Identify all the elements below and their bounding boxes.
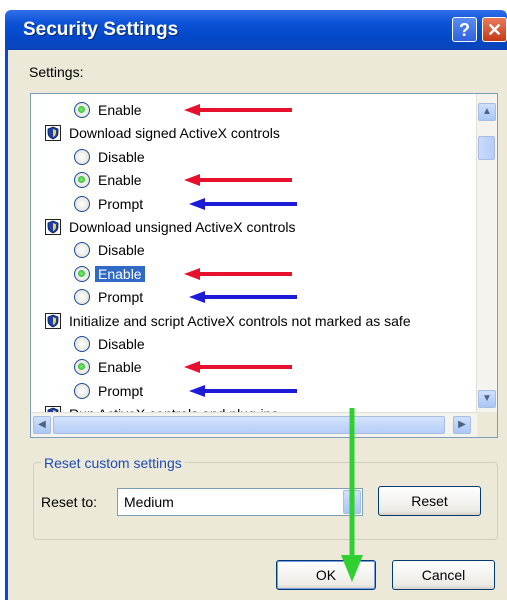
settings-tree: Enable Download signed ActiveX controls Di… xyxy=(31,94,477,412)
vertical-scroll-thumb[interactable] xyxy=(478,136,495,160)
radio-button[interactable] xyxy=(74,336,90,352)
help-button[interactable]: ? xyxy=(452,17,477,42)
setting-category: Initialize and script ActiveX controls n… xyxy=(45,310,411,332)
horizontal-scrollbar[interactable]: ◀ ▶ xyxy=(31,412,477,437)
category-label: Initialize and script ActiveX controls n… xyxy=(69,312,411,329)
option-disable[interactable]: Disable xyxy=(74,239,145,261)
radio-button[interactable] xyxy=(74,148,90,165)
reset-level-value: Medium xyxy=(124,494,174,510)
category-label: Download unsigned ActiveX controls xyxy=(69,219,296,235)
settings-listbox[interactable]: Enable Download signed ActiveX controls Di… xyxy=(30,93,498,438)
option-label: Enable xyxy=(98,172,142,189)
blue-arrow-annotation xyxy=(189,197,297,210)
chevron-down-icon[interactable]: ▼ xyxy=(343,490,361,514)
option-label: Disable xyxy=(98,242,145,259)
window-title: Security Settings xyxy=(23,19,179,40)
shield-icon xyxy=(45,312,61,329)
scroll-corner xyxy=(477,412,497,437)
option-label: Prompt xyxy=(98,195,144,212)
reset-to-label: Reset to: xyxy=(41,494,98,510)
reset-group-legend: Reset custom settings xyxy=(41,455,185,471)
radio-button[interactable] xyxy=(74,195,90,212)
setting-category: Download signed ActiveX controls xyxy=(45,122,280,144)
setting-category: Run ActiveX controls and plug-ins xyxy=(45,403,278,412)
scroll-right-arrow-icon[interactable]: ▶ xyxy=(453,416,471,434)
option-enable[interactable]: Enable xyxy=(74,169,292,191)
radio-button[interactable] xyxy=(74,172,90,189)
horizontal-scroll-thumb[interactable] xyxy=(53,416,445,434)
option-label: Enable xyxy=(98,359,142,376)
radio-button[interactable] xyxy=(74,242,90,259)
red-arrow-annotation xyxy=(184,174,292,187)
setting-category: Download unsigned ActiveX controls xyxy=(45,216,295,238)
reset-button[interactable]: Reset xyxy=(378,486,481,516)
option-enable[interactable]: Enable xyxy=(74,99,292,121)
blue-arrow-annotation xyxy=(189,384,297,397)
vertical-scrollbar[interactable]: ▲ ▼ xyxy=(476,94,497,412)
settings-label: Settings: xyxy=(29,64,84,80)
option-label: Disable xyxy=(98,336,145,352)
radio-button[interactable] xyxy=(74,102,90,118)
red-arrow-annotation xyxy=(184,267,292,280)
option-label: Prompt xyxy=(98,289,144,306)
scroll-left-arrow-icon[interactable]: ◀ xyxy=(33,416,51,434)
reset-level-select[interactable]: Medium ▼ xyxy=(117,488,363,516)
option-label: Disable xyxy=(98,148,145,165)
scroll-up-arrow-icon[interactable]: ▲ xyxy=(478,103,496,121)
red-arrow-annotation xyxy=(184,361,292,374)
option-prompt[interactable]: Prompt xyxy=(74,193,297,215)
category-label: Download signed ActiveX controls xyxy=(69,125,280,142)
option-enable[interactable]: Enable xyxy=(74,263,292,285)
ok-button[interactable]: OK xyxy=(276,560,376,590)
option-disable[interactable]: Disable xyxy=(74,333,145,355)
cancel-button[interactable]: Cancel xyxy=(392,560,495,590)
shield-icon xyxy=(45,125,61,142)
option-enable[interactable]: Enable xyxy=(74,356,292,378)
option-label: Enable xyxy=(95,265,145,282)
scroll-down-arrow-icon[interactable]: ▼ xyxy=(478,390,496,408)
option-prompt[interactable]: Prompt xyxy=(74,380,297,402)
option-prompt[interactable]: Prompt xyxy=(74,286,297,308)
close-button[interactable]: ✕ xyxy=(482,17,507,42)
option-label: Enable xyxy=(98,102,142,118)
option-label: Prompt xyxy=(98,382,144,399)
radio-button[interactable] xyxy=(74,359,90,376)
option-disable[interactable]: Disable xyxy=(74,146,145,168)
radio-button[interactable] xyxy=(74,382,90,399)
radio-button[interactable] xyxy=(74,265,90,282)
title-bar[interactable]: Security Settings ? ✕ xyxy=(5,10,507,50)
blue-arrow-annotation xyxy=(189,291,297,304)
red-arrow-annotation xyxy=(184,104,292,116)
security-settings-dialog: Security Settings ? ✕ Settings: Enable Do… xyxy=(0,0,507,600)
shield-icon xyxy=(45,219,61,235)
radio-button[interactable] xyxy=(74,289,90,306)
